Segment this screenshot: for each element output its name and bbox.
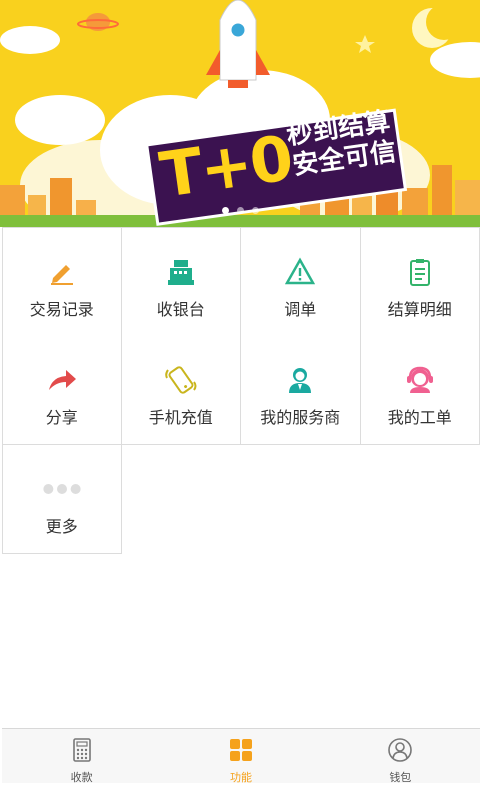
function-item-transaction-records[interactable]: 交易记录 bbox=[2, 228, 122, 337]
more-dots-icon bbox=[42, 469, 82, 509]
function-label: 我的工单 bbox=[387, 408, 452, 427]
function-item-settlement-details[interactable]: 结算明细 bbox=[360, 228, 480, 337]
promo-banner[interactable]: T+0 秒到结算 安全可信 bbox=[0, 0, 480, 227]
grid-empty-cell bbox=[360, 445, 480, 554]
carousel-dot[interactable] bbox=[251, 207, 259, 214]
tab-label: 钱包 bbox=[389, 771, 412, 784]
cash-register-icon bbox=[161, 252, 201, 292]
calculator-icon bbox=[69, 737, 95, 763]
tab-label: 收款 bbox=[70, 771, 93, 784]
function-item-adjust-order[interactable]: 调单 bbox=[241, 228, 361, 337]
function-label: 收银台 bbox=[156, 300, 205, 319]
headset-agent-icon bbox=[400, 360, 440, 400]
user-circle-icon bbox=[387, 737, 413, 763]
carousel-dot[interactable] bbox=[221, 207, 229, 214]
function-item-my-service-provider[interactable]: 我的服务商 bbox=[241, 336, 361, 445]
function-label: 我的服务商 bbox=[260, 408, 341, 427]
function-label: 调单 bbox=[284, 300, 317, 319]
grid-apps-icon bbox=[228, 737, 254, 763]
function-item-my-work-orders[interactable]: 我的工单 bbox=[360, 336, 480, 445]
carousel-indicator bbox=[0, 207, 480, 214]
service-person-icon bbox=[280, 360, 320, 400]
mobile-phone-icon bbox=[161, 360, 201, 400]
clipboard-icon bbox=[400, 252, 440, 292]
share-arrow-icon bbox=[42, 360, 82, 400]
function-item-mobile-recharge[interactable]: 手机充值 bbox=[121, 336, 241, 445]
tab-collect-payment[interactable]: 收款 bbox=[2, 729, 161, 784]
function-label: 分享 bbox=[45, 408, 78, 427]
carousel-dot[interactable] bbox=[236, 207, 244, 214]
function-item-more[interactable]: 更多 bbox=[2, 445, 122, 554]
function-grid: 交易记录 收银台 调单 结算明细 分享 手机充值 我的服务商 我的工单 更多 bbox=[2, 227, 480, 554]
tab-wallet[interactable]: 钱包 bbox=[321, 729, 480, 784]
function-item-share[interactable]: 分享 bbox=[2, 336, 122, 445]
pencil-icon bbox=[42, 252, 82, 292]
function-item-cashier[interactable]: 收银台 bbox=[121, 228, 241, 337]
bottom-tab-bar: 收款 功能 钱包 bbox=[2, 728, 480, 784]
function-label: 更多 bbox=[45, 517, 78, 536]
grid-empty-cell bbox=[121, 445, 241, 554]
tab-label: 功能 bbox=[229, 771, 252, 784]
grid-empty-cell bbox=[241, 445, 361, 554]
function-label: 结算明细 bbox=[387, 300, 452, 319]
function-label: 交易记录 bbox=[29, 300, 94, 319]
function-label: 手机充值 bbox=[148, 408, 213, 427]
warning-triangle-icon bbox=[280, 252, 320, 292]
tab-functions[interactable]: 功能 bbox=[161, 729, 320, 784]
